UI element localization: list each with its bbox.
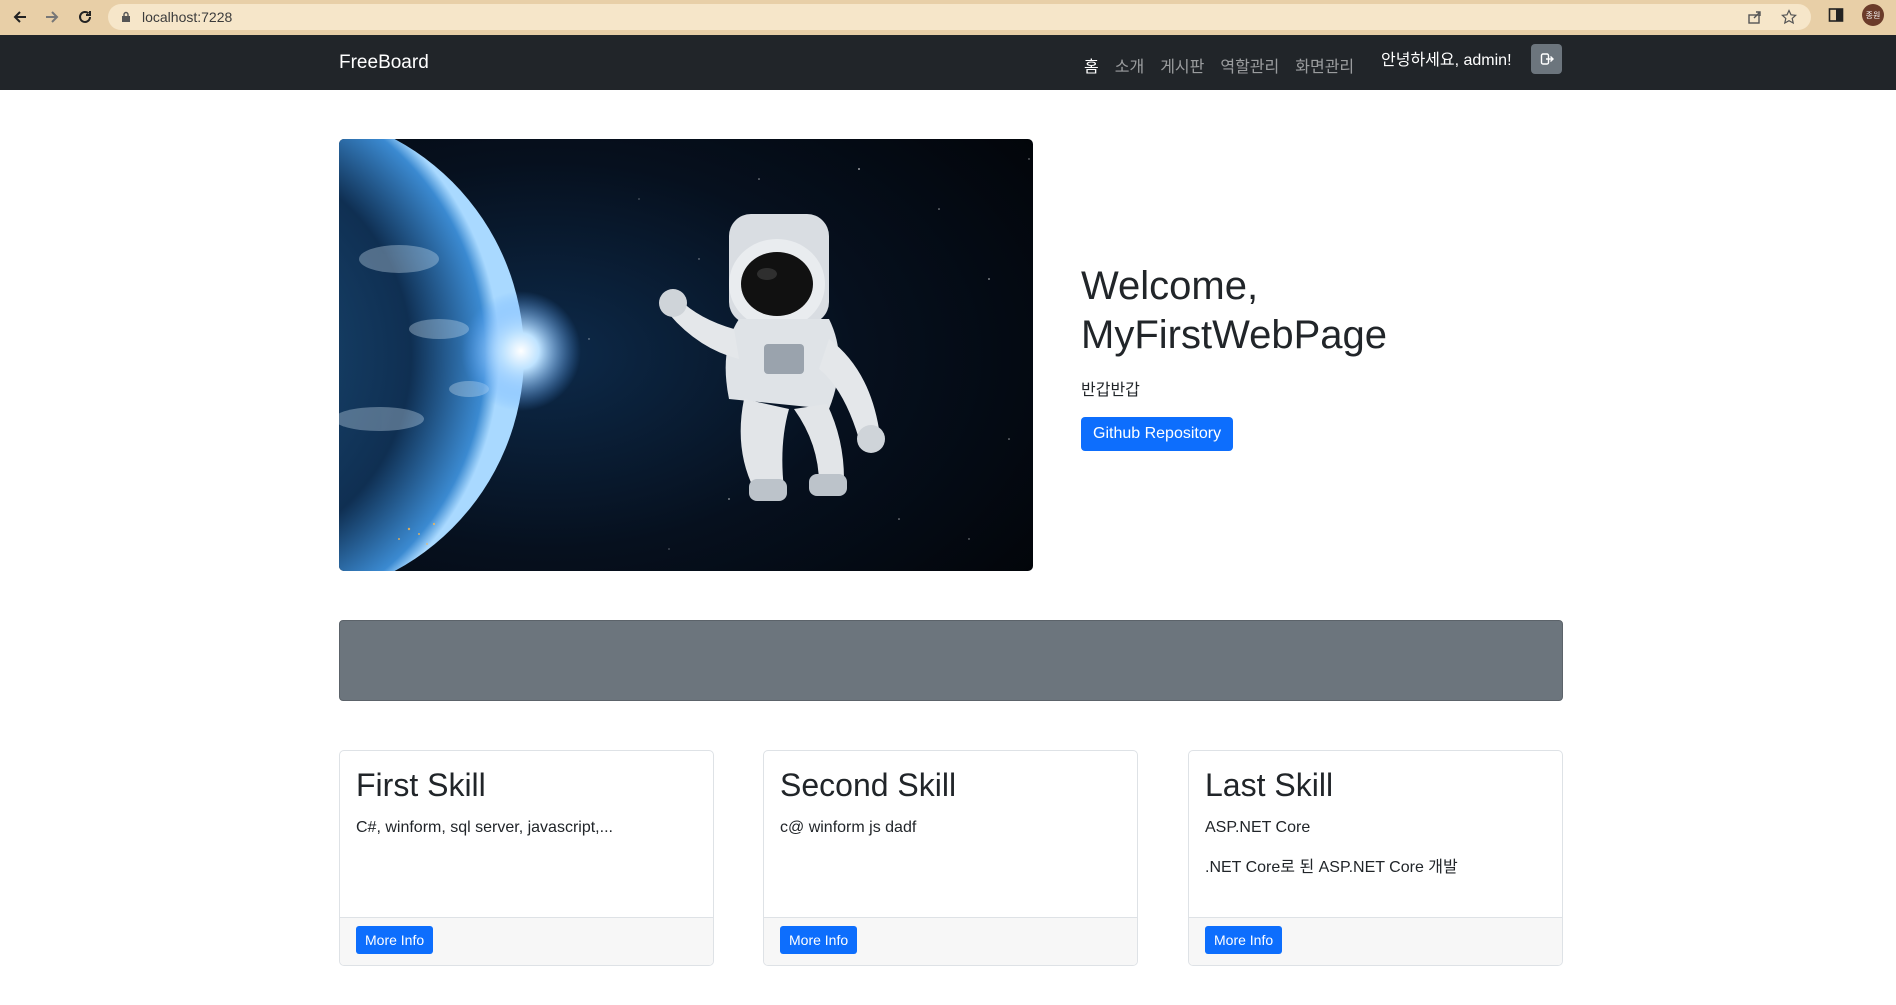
logout-icon bbox=[1540, 53, 1554, 65]
gray-banner bbox=[339, 620, 1563, 701]
user-greeting: 안녕하세요, admin! bbox=[1381, 52, 1512, 69]
card-title: Second Skill bbox=[780, 767, 957, 803]
back-button[interactable] bbox=[3, 0, 37, 34]
arrow-left-icon bbox=[13, 11, 26, 23]
brand-link[interactable]: FreeBoard bbox=[339, 52, 429, 74]
reload-button[interactable] bbox=[68, 0, 102, 34]
nav-board[interactable]: 게시판 bbox=[1160, 53, 1204, 77]
hero-text-block: Welcome, MyFirstWebPage 반갑반갑 Github Repo… bbox=[1081, 262, 1481, 451]
card-text: C#, winform, sql server, javascript,... bbox=[356, 819, 613, 836]
url-text: localhost:7228 bbox=[142, 9, 233, 25]
astronaut-earth-image bbox=[339, 139, 1033, 571]
star-icon[interactable] bbox=[1781, 9, 1797, 25]
card-title: First Skill bbox=[356, 767, 486, 803]
nav-roles[interactable]: 역할관리 bbox=[1220, 53, 1279, 77]
card-body: Second Skill c@ winform js dadf bbox=[764, 751, 1137, 918]
card-footer: More Info bbox=[340, 917, 713, 965]
card-footer: More Info bbox=[1189, 917, 1562, 965]
address-bar[interactable]: localhost:7228 bbox=[108, 4, 1811, 30]
more-info-button[interactable]: More Info bbox=[356, 926, 434, 954]
hero-title: Welcome, MyFirstWebPage bbox=[1081, 262, 1481, 360]
card-body: First Skill C#, winform, sql server, jav… bbox=[340, 751, 713, 918]
more-info-button[interactable]: More Info bbox=[1205, 926, 1283, 954]
card-text: ASP.NET Core bbox=[1205, 819, 1311, 836]
card-text: c@ winform js dadf bbox=[780, 819, 917, 836]
forward-button[interactable] bbox=[35, 0, 69, 34]
reload-icon bbox=[79, 10, 91, 23]
nav-about[interactable]: 소개 bbox=[1115, 53, 1144, 77]
lock-icon bbox=[122, 11, 130, 22]
skill-card-second: Second Skill c@ winform js dadf More Inf… bbox=[763, 750, 1138, 966]
card-text: .NET Core로 된 ASP.NET Core 개발 bbox=[1205, 859, 1458, 876]
card-body: Last Skill ASP.NET Core .NET Core로 된 ASP… bbox=[1189, 751, 1562, 918]
logout-button[interactable] bbox=[1531, 44, 1562, 74]
nav-screens[interactable]: 화면관리 bbox=[1295, 53, 1354, 77]
nav-links: 홈 소개 게시판 역할관리 화면관리 bbox=[1084, 53, 1354, 77]
hero-title-line2: MyFirstWebPage bbox=[1081, 313, 1388, 357]
skill-card-first: First Skill C#, winform, sql server, jav… bbox=[339, 750, 714, 966]
browser-toolbar: localhost:7228 종원 bbox=[0, 0, 1896, 35]
hero-subtitle: 반갑반갑 bbox=[1081, 382, 1140, 399]
card-footer: More Info bbox=[764, 917, 1137, 965]
more-info-button[interactable]: More Info bbox=[780, 926, 858, 954]
top-navbar: FreeBoard 홈 소개 게시판 역할관리 화면관리 안녕하세요, admi… bbox=[0, 35, 1896, 90]
profile-avatar[interactable]: 종원 bbox=[1862, 4, 1884, 26]
skill-card-last: Last Skill ASP.NET Core .NET Core로 된 ASP… bbox=[1188, 750, 1563, 966]
arrow-right-icon bbox=[46, 11, 59, 23]
card-title: Last Skill bbox=[1205, 767, 1334, 803]
share-icon[interactable] bbox=[1747, 9, 1763, 25]
hero-title-line1: Welcome, bbox=[1081, 264, 1259, 308]
nav-home[interactable]: 홈 bbox=[1084, 53, 1099, 77]
github-repository-button[interactable]: Github Repository bbox=[1081, 417, 1234, 451]
sidepanel-icon[interactable] bbox=[1828, 7, 1844, 23]
